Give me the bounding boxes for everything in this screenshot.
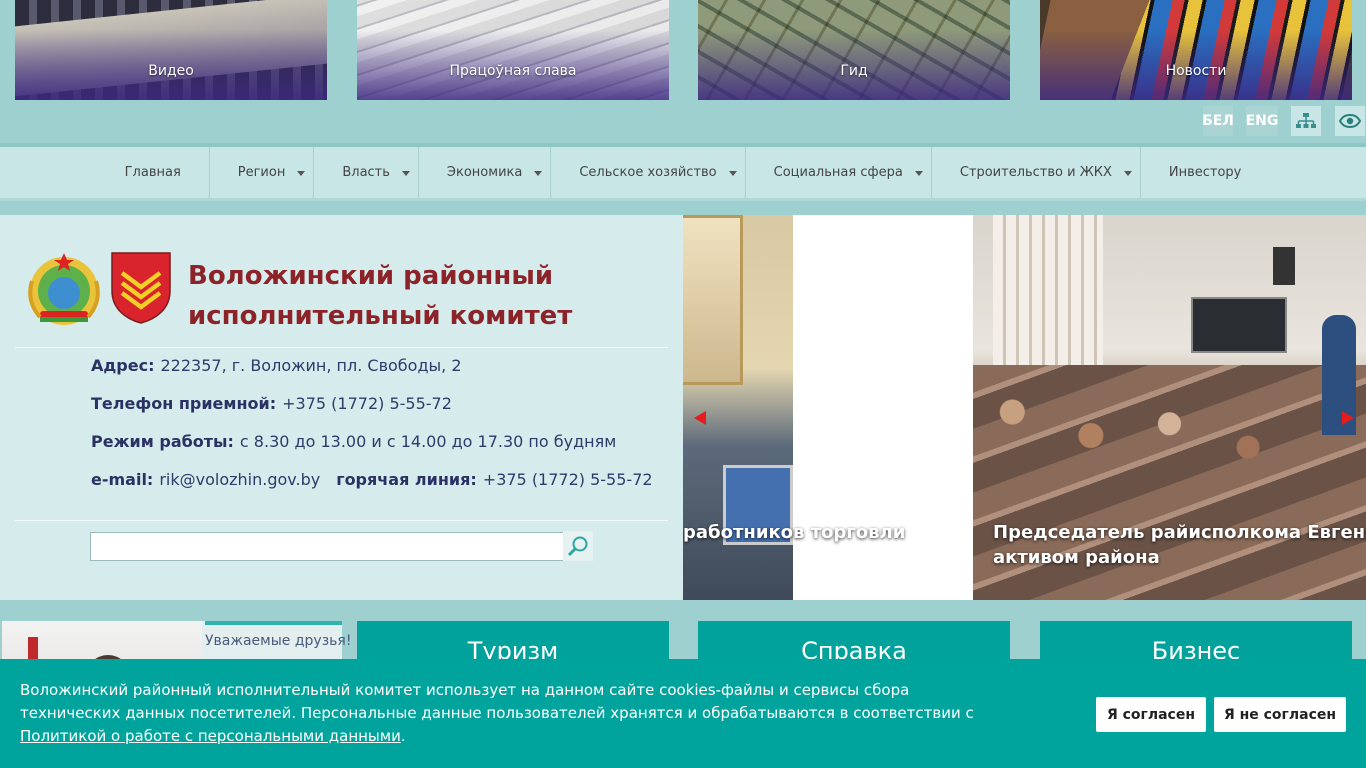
caret-down-icon <box>728 170 737 176</box>
nav-item-social[interactable]: Социальная сфера <box>746 147 932 198</box>
accessibility-button[interactable] <box>1335 106 1365 136</box>
state-emblem-icon <box>28 253 100 325</box>
title-line: исполнительный комитет <box>188 301 573 331</box>
category-tourism[interactable]: Туризм <box>357 621 669 665</box>
hotline-label: горячая линия: <box>336 470 477 489</box>
news-slider: работников торговли Председатель райиспо… <box>683 215 1366 600</box>
divider <box>15 520 668 521</box>
nav-item-power[interactable]: Власть <box>314 147 419 198</box>
news-accent-bar <box>205 621 342 625</box>
caret-down-icon <box>297 170 306 176</box>
hours-label: Режим работы: <box>91 432 234 451</box>
district-coat-of-arms-icon <box>111 252 171 324</box>
eye-icon <box>1339 114 1361 128</box>
cookie-text: Воложинский районный исполнительный коми… <box>20 679 1010 748</box>
page-title: Воложинский районный исполнительный коми… <box>188 256 608 336</box>
news-text: Уважаемые друзья! <box>205 633 352 649</box>
nav-label: Экономика <box>446 165 523 180</box>
cookie-tail: . <box>400 727 406 745</box>
nav-label: Главная <box>124 165 181 180</box>
cookie-decline-button[interactable]: Я не согласен <box>1214 697 1346 732</box>
hours-row: Режим работы: с 8.30 до 13.00 и с 14.00 д… <box>91 432 616 451</box>
cookie-message: Воложинский районный исполнительный коми… <box>20 681 974 722</box>
caret-down-icon <box>1123 170 1132 176</box>
nav-label: Строительство и ЖКХ <box>959 165 1112 180</box>
caret-down-icon <box>534 170 543 176</box>
hotline-value: +375 (1772) 5-55-72 <box>482 470 653 489</box>
email-label: e-mail: <box>91 470 154 489</box>
nav-label: Власть <box>342 165 390 180</box>
phone-value: +375 (1772) 5-55-72 <box>282 394 452 413</box>
caret-down-icon <box>401 170 410 176</box>
cookie-agree-button[interactable]: Я согласен <box>1096 697 1206 732</box>
tile-video[interactable]: Видео <box>15 0 327 100</box>
nav-item-investor[interactable]: Инвестору <box>1141 147 1270 198</box>
nav-item-economy[interactable]: Экономика <box>419 147 552 198</box>
lang-eng-link[interactable]: ENG <box>1246 106 1278 136</box>
tile-labor-glory[interactable]: Працоўная слава <box>357 0 669 100</box>
address-row: Адрес: 222357, г. Воложин, пл. Свободы, 2 <box>91 356 462 375</box>
slider-next-arrow-icon[interactable] <box>1342 411 1354 425</box>
category-business[interactable]: Бизнес <box>1040 621 1352 665</box>
nav-label: Инвестору <box>1168 165 1242 180</box>
nav-item-region[interactable]: Регион <box>210 147 315 198</box>
tile-label: Новости <box>1165 63 1227 79</box>
divider <box>15 347 668 348</box>
slider-prev-arrow-icon[interactable] <box>694 411 706 425</box>
search-input[interactable] <box>90 532 564 561</box>
caret-down-icon <box>914 170 923 176</box>
main-nav: Главная Регион Власть Экономика Сельское… <box>0 143 1366 201</box>
nav-label: Социальная сфера <box>773 165 903 180</box>
lang-bel-link[interactable]: БЕЛ <box>1202 106 1234 136</box>
nav-item-home[interactable]: Главная <box>97 147 210 198</box>
address-value: 222357, г. Воложин, пл. Свободы, 2 <box>160 356 462 375</box>
address-label: Адрес: <box>91 356 155 375</box>
email-row: e-mail: rik@volozhin.gov.by горячая линия:… <box>91 470 653 489</box>
nav-item-agriculture[interactable]: Сельское хозяйство <box>551 147 746 198</box>
slide-caption[interactable]: Председатель райисполкома Евгений К актив… <box>993 520 1366 570</box>
phone-label: Телефон приемной: <box>91 394 277 413</box>
tile-label: Видео <box>148 63 194 79</box>
sitemap-button[interactable] <box>1291 106 1321 136</box>
caption-line: активом района <box>993 547 1160 568</box>
tile-label: Гид <box>840 63 868 79</box>
search-icon <box>567 536 588 557</box>
nav-label: Сельское хозяйство <box>579 165 717 180</box>
caption-line: Председатель райисполкома Евгений К <box>993 522 1366 543</box>
tile-news[interactable]: Новости <box>1040 0 1352 100</box>
nav-label: Регион <box>237 165 286 180</box>
tile-label: Працоўная слава <box>449 63 577 79</box>
email-link[interactable]: rik@volozhin.gov.by <box>159 470 320 489</box>
category-reference[interactable]: Справка <box>698 621 1010 665</box>
sitemap-icon <box>1296 113 1316 128</box>
privacy-policy-link[interactable]: Политикой о работе с персональными данны… <box>20 727 401 745</box>
nav-item-construction[interactable]: Строительство и ЖКХ <box>932 147 1141 198</box>
search-button[interactable] <box>563 531 593 561</box>
hours-value: с 8.30 до 13.00 и с 14.00 до 17.30 по бу… <box>239 432 617 451</box>
tile-guide[interactable]: Гид <box>698 0 1010 100</box>
phone-row: Телефон приемной: +375 (1772) 5-55-72 <box>91 394 452 413</box>
title-line: Воложинский районный <box>188 261 554 291</box>
slide-caption[interactable]: работников торговли <box>683 520 905 545</box>
